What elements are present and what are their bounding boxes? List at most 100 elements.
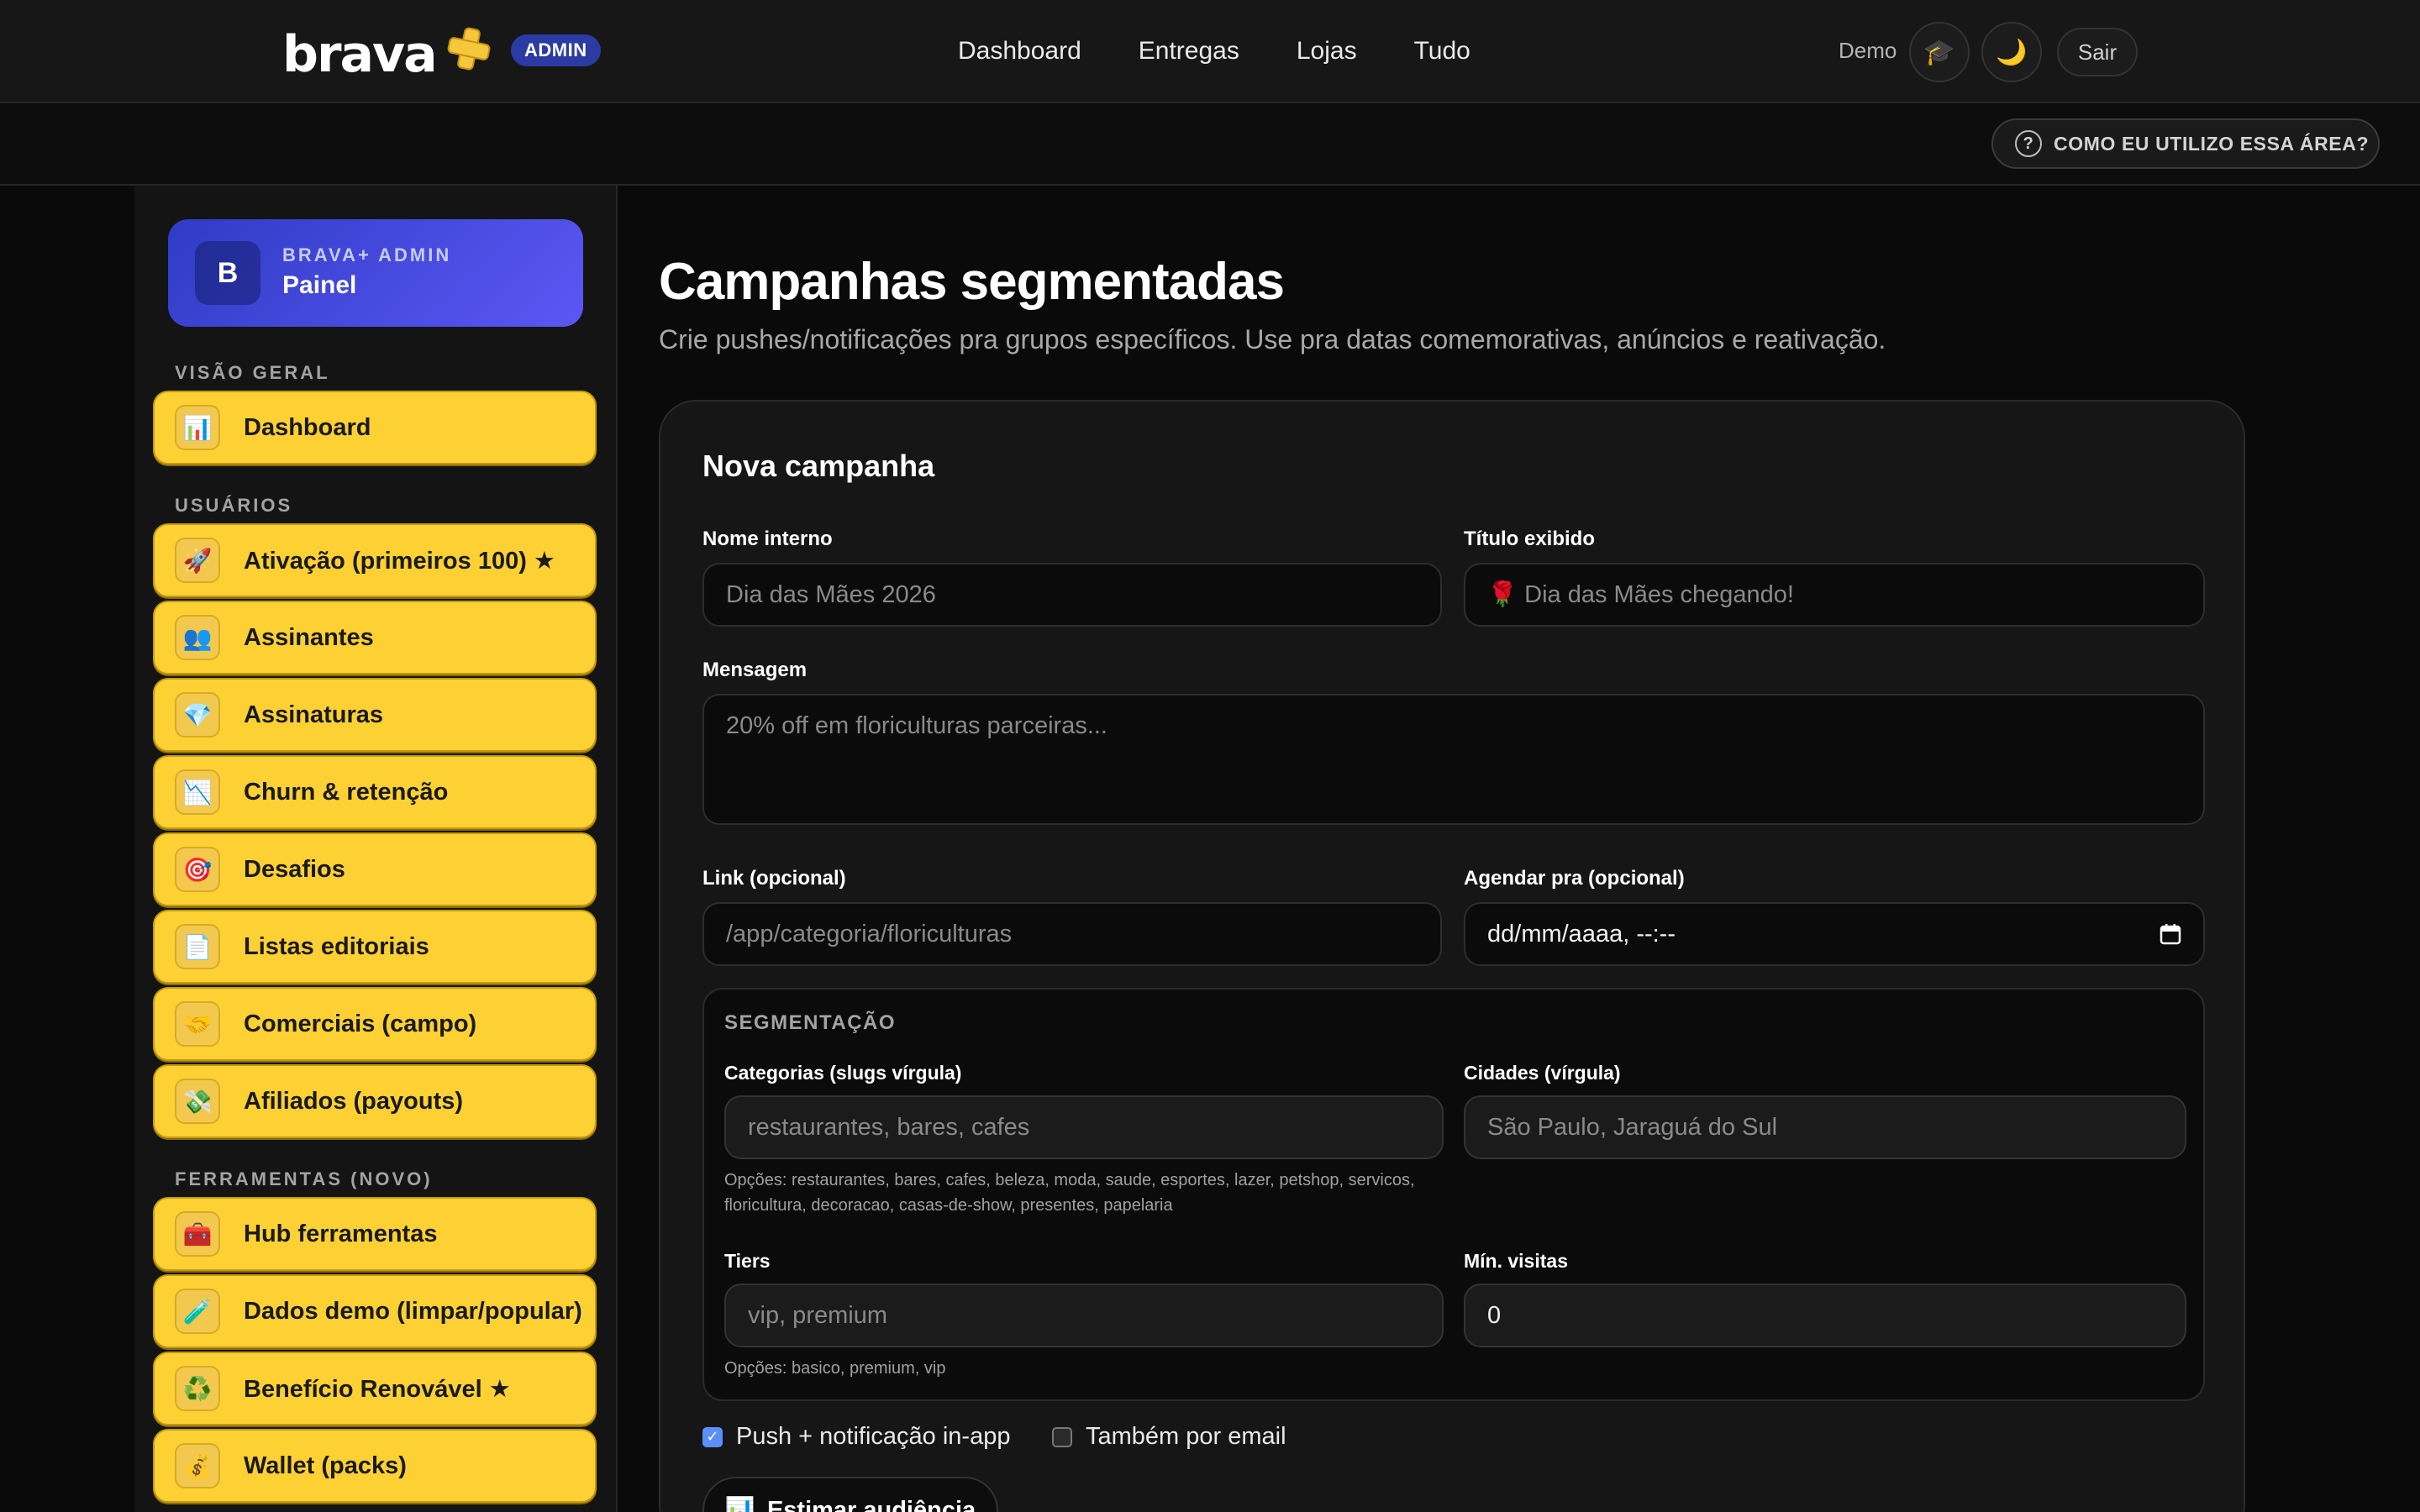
- gem-icon: 💎: [175, 692, 220, 738]
- question-icon: ?: [2015, 130, 2042, 157]
- money-wings-icon: 💸: [175, 1079, 220, 1124]
- push-checkbox-row[interactable]: ✓ Push + notificação in-app: [702, 1423, 1010, 1451]
- sidebar-item-dashboard[interactable]: 📊 Dashboard: [153, 391, 597, 465]
- section-label-visao-geral: VISÃO GERAL: [175, 362, 330, 383]
- users-icon: 👥: [175, 615, 220, 660]
- sidebar-item-churn[interactable]: 📉 Churn & retenção: [153, 755, 597, 829]
- sidebar-item-listas-editoriais[interactable]: 📄 Listas editoriais: [153, 910, 597, 984]
- sidebar-item-label: Hub ferramentas: [244, 1220, 438, 1247]
- graduation-cap-icon[interactable]: 🎓: [1909, 22, 1970, 82]
- brand-subtitle: BRAVA+ ADMIN: [282, 244, 452, 265]
- nav-entregas[interactable]: Entregas: [1139, 32, 1239, 71]
- sidebar-item-hub-ferramentas[interactable]: 🧰 Hub ferramentas: [153, 1197, 597, 1271]
- sidebar-item-label: Listas editoriais: [244, 932, 429, 960]
- chart-icon: 📊: [175, 405, 220, 450]
- help-button-label: COMO EU UTILIZO ESSA ÁREA?: [2054, 132, 2370, 155]
- sidebar-item-afiliados[interactable]: 💸 Afiliados (payouts): [153, 1064, 597, 1138]
- estimate-audience-label: Estimar audiência: [766, 1496, 976, 1512]
- push-checkbox[interactable]: ✓: [702, 1426, 723, 1447]
- sidebar-item-label: Afiliados (payouts): [244, 1087, 464, 1115]
- card-title: Nova campanha: [702, 449, 935, 483]
- new-campaign-card: Nova campanha Nome interno Dia das Mães …: [659, 400, 2245, 1512]
- demo-label: Demo: [1839, 38, 1897, 63]
- help-button[interactable]: ? COMO EU UTILIZO ESSA ÁREA?: [1991, 118, 2380, 169]
- brand-avatar: B: [195, 241, 260, 305]
- main-nav: Dashboard Entregas Lojas Tudo: [958, 32, 1470, 71]
- chart-icon: 📊: [724, 1497, 755, 1512]
- nav-lojas[interactable]: Lojas: [1297, 32, 1357, 71]
- schedule-value: dd/mm/aaaa, --:--: [1487, 920, 1676, 948]
- display-title-input[interactable]: 🌹 Dia das Mães chegando!: [1464, 563, 2205, 627]
- link-input[interactable]: /app/categoria/floriculturas: [702, 902, 1442, 966]
- sidebar-item-dados-demo[interactable]: 🧪 Dados demo (limpar/popular): [153, 1274, 597, 1348]
- cities-label: Cidades (vírgula): [1464, 1062, 1621, 1084]
- sidebar-item-label: Desafios: [244, 855, 345, 883]
- email-checkbox-row[interactable]: Também por email: [1052, 1423, 1286, 1451]
- target-icon: 🎯: [175, 847, 220, 892]
- rocket-icon: 🚀: [175, 538, 220, 583]
- email-checkbox[interactable]: [1052, 1426, 1072, 1447]
- schedule-label: Agendar pra (opcional): [1464, 867, 1685, 890]
- recycle-icon: ♻️: [175, 1366, 220, 1411]
- section-label-ferramentas: FERRAMENTAS (NOVO): [175, 1168, 433, 1189]
- sidebar-item-label: Churn & retenção: [244, 778, 449, 806]
- sidebar-item-ativacao[interactable]: 🚀 Ativação (primeiros 100) ★: [153, 523, 597, 597]
- sidebar: B BRAVA+ ADMIN Painel VISÃO GERAL 📊 Dash…: [134, 186, 618, 1512]
- handshake-icon: 🤝: [175, 1001, 220, 1047]
- brand-title: Painel: [282, 271, 357, 299]
- logout-button[interactable]: Sair: [2057, 28, 2138, 76]
- message-textarea[interactable]: 20% off em floriculturas parceiras...: [702, 694, 2205, 825]
- min-visits-input[interactable]: 0: [1464, 1284, 2186, 1347]
- min-visits-label: Mín. visitas: [1464, 1250, 1568, 1272]
- categories-input[interactable]: restaurantes, bares, cafes: [724, 1095, 1444, 1159]
- sidebar-item-label: Dados demo (limpar/popular): [244, 1297, 582, 1325]
- categories-label: Categorias (slugs vírgula): [724, 1062, 962, 1084]
- schedule-datetime-input[interactable]: dd/mm/aaaa, --:--: [1464, 902, 2205, 966]
- toolbox-icon: 🧰: [175, 1211, 220, 1257]
- calendar-icon[interactable]: [2160, 923, 2181, 945]
- document-icon: 📄: [175, 924, 220, 969]
- top-bar: brava ADMIN Dashboard Entregas Lojas Tud…: [0, 0, 2420, 103]
- estimate-audience-button[interactable]: 📊 Estimar audiência: [702, 1477, 998, 1512]
- page-subtitle: Crie pushes/notificações pra grupos espe…: [659, 324, 1886, 354]
- sidebar-item-label: Comerciais (campo): [244, 1010, 477, 1037]
- sidebar-item-wallet[interactable]: 💰 Wallet (packs): [153, 1429, 597, 1503]
- nav-tudo[interactable]: Tudo: [1414, 32, 1470, 71]
- sidebar-item-label: Ativação (primeiros 100) ★: [244, 547, 555, 575]
- link-label: Link (opcional): [702, 867, 846, 890]
- money-bag-icon: 💰: [175, 1443, 220, 1488]
- test-tube-icon: 🧪: [175, 1289, 220, 1334]
- sidebar-item-beneficio-renovavel[interactable]: ♻️ Benefício Renovável ★: [153, 1352, 597, 1425]
- internal-name-input[interactable]: Dia das Mães 2026: [702, 563, 1442, 627]
- brand-card[interactable]: B BRAVA+ ADMIN Painel: [168, 219, 583, 327]
- nav-dashboard[interactable]: Dashboard: [958, 32, 1081, 71]
- page-title: Campanhas segmentadas: [659, 253, 1285, 311]
- segmentation-title: SEGMENTAÇÃO: [724, 1011, 897, 1034]
- segmentation-panel: SEGMENTAÇÃO Categorias (slugs vírgula) r…: [702, 988, 2205, 1401]
- tiers-hint: Opções: basico, premium, vip: [724, 1359, 946, 1378]
- message-label: Mensagem: [702, 659, 808, 681]
- chart-down-icon: 📉: [175, 769, 220, 815]
- moon-icon[interactable]: 🌙: [1981, 22, 2042, 82]
- categories-hint: Opções: restaurantes, bares, cafes, bele…: [724, 1171, 1415, 1215]
- cities-input[interactable]: São Paulo, Jaraguá do Sul: [1464, 1095, 2186, 1159]
- section-label-usuarios: USUÁRIOS: [175, 495, 293, 516]
- display-title-label: Título exibido: [1464, 528, 1595, 550]
- tiers-input[interactable]: vip, premium: [724, 1284, 1444, 1347]
- sidebar-item-assinantes[interactable]: 👥 Assinantes: [153, 601, 597, 675]
- brand-logo[interactable]: brava: [282, 25, 438, 84]
- push-checkbox-label: Push + notificação in-app: [736, 1423, 1011, 1450]
- sidebar-item-label: Assinantes: [244, 623, 374, 651]
- sidebar-item-label: Wallet (packs): [244, 1452, 407, 1479]
- sidebar-item-label: Assinaturas: [244, 701, 384, 728]
- sidebar-item-assinaturas[interactable]: 💎 Assinaturas: [153, 678, 597, 752]
- email-checkbox-label: Também por email: [1086, 1423, 1286, 1450]
- sidebar-item-label: Benefício Renovável ★: [244, 1375, 511, 1403]
- help-bar: ? COMO EU UTILIZO ESSA ÁREA?: [0, 105, 2420, 186]
- brava-plus-icon: [447, 27, 491, 71]
- sidebar-item-desafios[interactable]: 🎯 Desafios: [153, 832, 597, 906]
- internal-name-label: Nome interno: [702, 528, 833, 550]
- admin-badge: ADMIN: [511, 34, 601, 66]
- sidebar-item-comerciais[interactable]: 🤝 Comerciais (campo): [153, 987, 597, 1061]
- sidebar-item-label: Dashboard: [244, 413, 371, 441]
